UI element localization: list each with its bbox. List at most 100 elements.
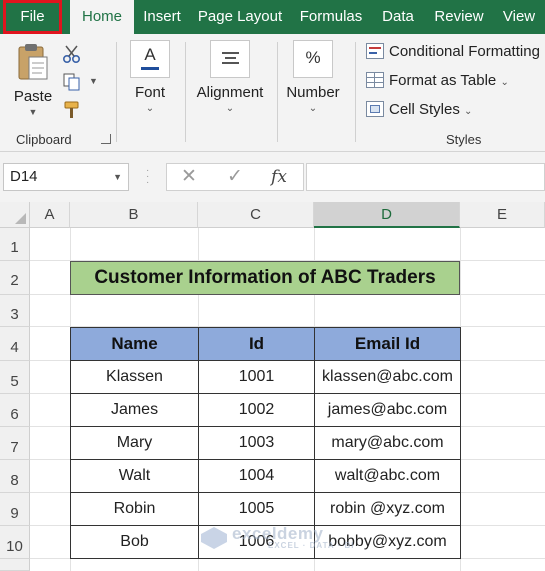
tab-home[interactable]: Home <box>70 0 134 34</box>
tab-view[interactable]: View <box>494 0 544 34</box>
row-header-2[interactable]: 2 <box>0 261 30 295</box>
column-header-a[interactable]: A <box>30 202 70 228</box>
paste-chevron-icon[interactable]: ▼ <box>10 107 56 117</box>
watermark: exceldemy EXCEL · DATA · BI <box>232 524 354 550</box>
table-cell[interactable]: 1005 <box>198 492 315 526</box>
column-header-c[interactable]: C <box>198 202 314 228</box>
font-button[interactable]: A Font ⌄ <box>127 40 173 114</box>
row-header-4[interactable]: 4 <box>0 327 30 361</box>
table-cell[interactable]: klassen@abc.com <box>314 360 461 394</box>
table-cell[interactable]: 1001 <box>198 360 315 394</box>
ribbon-separator <box>355 42 356 142</box>
cell-styles-icon <box>366 101 384 117</box>
row-header-9[interactable]: 9 <box>0 493 30 526</box>
row-header-11[interactable] <box>0 559 30 571</box>
table-cell[interactable]: mary@abc.com <box>314 426 461 460</box>
font-color-icon: A <box>130 40 170 78</box>
table-row: Robin 1005 robin @xyz.com <box>70 492 461 526</box>
copy-icon[interactable] <box>62 72 82 92</box>
row-header-8[interactable]: 8 <box>0 460 30 493</box>
formula-input[interactable] <box>306 163 545 191</box>
insert-function-icon[interactable]: fx <box>259 164 299 190</box>
copy-dropdown-icon[interactable]: ▼ <box>89 76 98 86</box>
number-label: Number <box>286 84 340 101</box>
ribbon-separator <box>277 42 278 142</box>
number-chevron-icon: ⌄ <box>308 103 318 114</box>
format-painter-icon[interactable] <box>62 100 82 120</box>
clipboard-paste-icon <box>18 44 48 80</box>
row-header-10[interactable]: 10 <box>0 526 30 559</box>
table-cell[interactable]: Bob <box>70 525 199 559</box>
row-header-7[interactable]: 7 <box>0 427 30 460</box>
name-box-dropdown-icon[interactable]: ▼ <box>113 164 122 190</box>
font-label: Font <box>134 84 165 101</box>
format-as-table-chevron-icon: ⌄ <box>500 77 509 88</box>
clipboard-launcher-icon[interactable] <box>101 134 111 144</box>
cell-styles-button[interactable]: Cell Styles ⌄ <box>366 98 472 122</box>
ribbon-separator <box>185 42 186 142</box>
paste-label: Paste <box>13 88 53 105</box>
table-cell[interactable]: robin @xyz.com <box>314 492 461 526</box>
formula-bar-resize-handle[interactable]: · · · <box>146 166 150 188</box>
alignment-chevron-icon: ⌄ <box>225 103 235 114</box>
column-header-d[interactable]: D <box>314 202 460 228</box>
tab-review[interactable]: Review <box>424 0 494 34</box>
cell-styles-chevron-icon: ⌄ <box>464 106 473 117</box>
formula-bar-buttons: ✕ ✓ fx <box>166 163 304 191</box>
ribbon-separator <box>116 42 117 142</box>
enter-icon[interactable]: ✓ <box>215 164 255 190</box>
header-cell-email[interactable]: Email Id <box>314 327 461 361</box>
select-all-button[interactable] <box>0 202 30 228</box>
clipboard-group-label: Clipboard <box>16 132 72 147</box>
row-header-5[interactable]: 5 <box>0 361 30 394</box>
watermark-tagline: EXCEL · DATA · BI <box>268 541 355 550</box>
ribbon-tab-bar: File Home Insert Page Layout Formulas Da… <box>0 0 545 34</box>
table-cell[interactable]: 1004 <box>198 459 315 493</box>
table-cell[interactable]: 1002 <box>198 393 315 427</box>
header-cell-name[interactable]: Name <box>70 327 199 361</box>
row-header-6[interactable]: 6 <box>0 394 30 427</box>
table-cell[interactable]: 1003 <box>198 426 315 460</box>
cancel-icon[interactable]: ✕ <box>169 164 209 190</box>
format-as-table-button[interactable]: Format as Table ⌄ <box>366 69 509 93</box>
tab-page-layout[interactable]: Page Layout <box>190 0 290 34</box>
table-cell[interactable]: james@abc.com <box>314 393 461 427</box>
row-header-1[interactable]: 1 <box>0 228 30 261</box>
table-row: Mary 1003 mary@abc.com <box>70 426 461 460</box>
sheet-title-cell[interactable]: Customer Information of ABC Traders <box>70 261 460 295</box>
paste-button[interactable]: Paste ▼ <box>10 42 56 122</box>
tab-file[interactable]: File <box>3 0 62 34</box>
font-chevron-icon: ⌄ <box>145 103 155 114</box>
table-cell[interactable]: Walt <box>70 459 199 493</box>
table-row: James 1002 james@abc.com <box>70 393 461 427</box>
row-header-3[interactable]: 3 <box>0 295 30 327</box>
exceldemy-logo-icon <box>201 527 227 549</box>
tab-formulas[interactable]: Formulas <box>290 0 372 34</box>
cut-icon[interactable] <box>62 44 82 64</box>
table-row: Klassen 1001 klassen@abc.com <box>70 360 461 394</box>
conditional-formatting-button[interactable]: Conditional Formatting <box>366 40 540 64</box>
format-as-table-icon <box>366 72 384 88</box>
styles-group-label: Styles <box>446 132 482 147</box>
column-header-b[interactable]: B <box>70 202 198 228</box>
conditional-formatting-label: Conditional Formatting <box>389 43 540 60</box>
table-cell[interactable]: Mary <box>70 426 199 460</box>
percent-icon: % <box>293 40 333 78</box>
table-cell[interactable]: walt@abc.com <box>314 459 461 493</box>
table-cell[interactable]: Robin <box>70 492 199 526</box>
column-header-e[interactable]: E <box>460 202 545 228</box>
table-cell[interactable]: James <box>70 393 199 427</box>
header-cell-id[interactable]: Id <box>198 327 315 361</box>
conditional-formatting-icon <box>366 43 384 59</box>
number-button[interactable]: % Number ⌄ <box>284 40 342 114</box>
alignment-button[interactable]: Alignment ⌄ <box>192 40 268 114</box>
table-cell[interactable]: Klassen <box>70 360 199 394</box>
formula-bar: D14 ▼ · · · ✕ ✓ fx <box>0 152 545 202</box>
cell-styles-label: Cell Styles <box>389 101 460 118</box>
table-row: Walt 1004 walt@abc.com <box>70 459 461 493</box>
tab-data[interactable]: Data <box>372 0 424 34</box>
name-box[interactable]: D14 ▼ <box>3 163 129 191</box>
tab-insert[interactable]: Insert <box>134 0 190 34</box>
align-center-icon <box>210 40 250 78</box>
name-box-value: D14 <box>10 168 38 185</box>
